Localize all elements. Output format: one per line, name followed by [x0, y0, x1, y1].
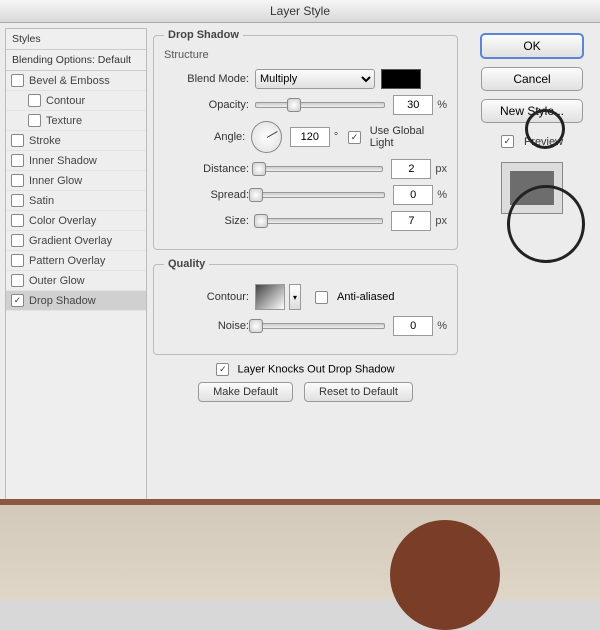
size-input[interactable] [391, 211, 431, 231]
anti-aliased-label: Anti-aliased [337, 291, 394, 303]
sidebar-item-label: Color Overlay [29, 215, 96, 227]
cancel-button[interactable]: Cancel [481, 67, 583, 91]
sidebar-checkbox[interactable] [28, 94, 41, 107]
sidebar-header[interactable]: Styles [6, 29, 146, 50]
distance-slider[interactable] [255, 166, 383, 172]
spread-input[interactable] [393, 185, 433, 205]
size-slider[interactable] [255, 218, 383, 224]
sidebar-item-label: Texture [46, 115, 82, 127]
sidebar-checkbox[interactable] [11, 274, 24, 287]
spread-label: Spread: [164, 189, 255, 201]
sidebar-checkbox[interactable] [11, 74, 24, 87]
quality-fieldset: Quality Contour: ▾ Anti-aliased Noise: % [153, 258, 458, 355]
spread-unit: % [437, 189, 447, 201]
contour-label: Contour: [164, 291, 255, 303]
sidebar-item-label: Drop Shadow [29, 295, 96, 307]
ok-button[interactable]: OK [480, 33, 584, 59]
make-default-button[interactable]: Make Default [198, 382, 293, 402]
spread-slider[interactable] [255, 192, 385, 198]
angle-input[interactable] [290, 127, 330, 147]
sidebar-item-stroke[interactable]: Stroke [6, 131, 146, 151]
reset-default-button[interactable]: Reset to Default [304, 382, 413, 402]
opacity-label: Opacity: [164, 99, 255, 111]
quality-label: Quality [164, 258, 209, 270]
preview-checkbox[interactable] [501, 135, 514, 148]
sidebar-item-label: Stroke [29, 135, 61, 147]
contour-preview[interactable] [255, 284, 285, 310]
panel-title: Drop Shadow [164, 29, 243, 41]
structure-label: Structure [164, 49, 447, 61]
sidebar-item-texture[interactable]: Texture [6, 111, 146, 131]
noise-label: Noise: [164, 320, 255, 332]
sidebar-checkbox[interactable] [28, 114, 41, 127]
opacity-input[interactable] [393, 95, 433, 115]
sidebar-item-gradient-overlay[interactable]: Gradient Overlay [6, 231, 146, 251]
sidebar-checkbox[interactable] [11, 194, 24, 207]
global-light-label: Use Global Light [370, 125, 447, 149]
sidebar-checkbox[interactable] [11, 174, 24, 187]
sidebar-item-drop-shadow[interactable]: Drop Shadow [6, 291, 146, 311]
window-title: Layer Style [0, 0, 600, 23]
sidebar-checkbox[interactable] [11, 154, 24, 167]
sidebar-item-color-overlay[interactable]: Color Overlay [6, 211, 146, 231]
sidebar-item-bevel-emboss[interactable]: Bevel & Emboss [6, 71, 146, 91]
shadow-color-swatch[interactable] [381, 69, 421, 89]
distance-label: Distance: [164, 163, 255, 175]
angle-dial[interactable] [251, 121, 282, 153]
angle-unit: ° [334, 131, 338, 143]
preview-swatch [501, 162, 563, 214]
sidebar-item-label: Gradient Overlay [29, 235, 112, 247]
sidebar-item-label: Inner Glow [29, 175, 82, 187]
sidebar-item-contour[interactable]: Contour [6, 91, 146, 111]
sidebar-item-satin[interactable]: Satin [6, 191, 146, 211]
size-label: Size: [164, 215, 255, 227]
drop-shadow-fieldset: Drop Shadow Structure Blend Mode: Multip… [153, 29, 458, 250]
sidebar-item-label: Satin [29, 195, 54, 207]
anti-aliased-checkbox[interactable] [315, 291, 328, 304]
sidebar-checkbox[interactable] [11, 214, 24, 227]
knock-out-label: Layer Knocks Out Drop Shadow [237, 363, 394, 375]
sidebar-item-inner-shadow[interactable]: Inner Shadow [6, 151, 146, 171]
angle-label: Angle: [164, 131, 251, 143]
opacity-slider[interactable] [255, 102, 385, 108]
canvas-background [0, 499, 600, 600]
sidebar-item-label: Outer Glow [29, 275, 85, 287]
sidebar-item-label: Inner Shadow [29, 155, 97, 167]
sidebar-checkbox[interactable] [11, 294, 24, 307]
sidebar-item-outer-glow[interactable]: Outer Glow [6, 271, 146, 291]
global-light-checkbox[interactable] [348, 131, 360, 144]
blend-mode-select[interactable]: Multiply [255, 69, 375, 89]
sidebar-item-pattern-overlay[interactable]: Pattern Overlay [6, 251, 146, 271]
sidebar-item-label: Bevel & Emboss [29, 75, 110, 87]
distance-unit: px [435, 163, 447, 175]
sidebar-checkbox[interactable] [11, 234, 24, 247]
sidebar-checkbox[interactable] [11, 254, 24, 267]
preview-label: Preview [524, 136, 563, 148]
sidebar-item-inner-glow[interactable]: Inner Glow [6, 171, 146, 191]
size-unit: px [435, 215, 447, 227]
knock-out-checkbox[interactable] [216, 363, 229, 376]
blend-mode-label: Blend Mode: [164, 73, 255, 85]
sidebar-checkbox[interactable] [11, 134, 24, 147]
sidebar-item-label: Contour [46, 95, 85, 107]
noise-slider[interactable] [255, 323, 385, 329]
sidebar-blending-options[interactable]: Blending Options: Default [6, 50, 146, 71]
canvas-shape [390, 520, 500, 630]
distance-input[interactable] [391, 159, 431, 179]
contour-dropdown-icon[interactable]: ▾ [289, 284, 301, 310]
sidebar-item-label: Pattern Overlay [29, 255, 105, 267]
noise-unit: % [437, 320, 447, 332]
new-style-button[interactable]: New Style... [481, 99, 583, 123]
opacity-unit: % [437, 99, 447, 111]
noise-input[interactable] [393, 316, 433, 336]
